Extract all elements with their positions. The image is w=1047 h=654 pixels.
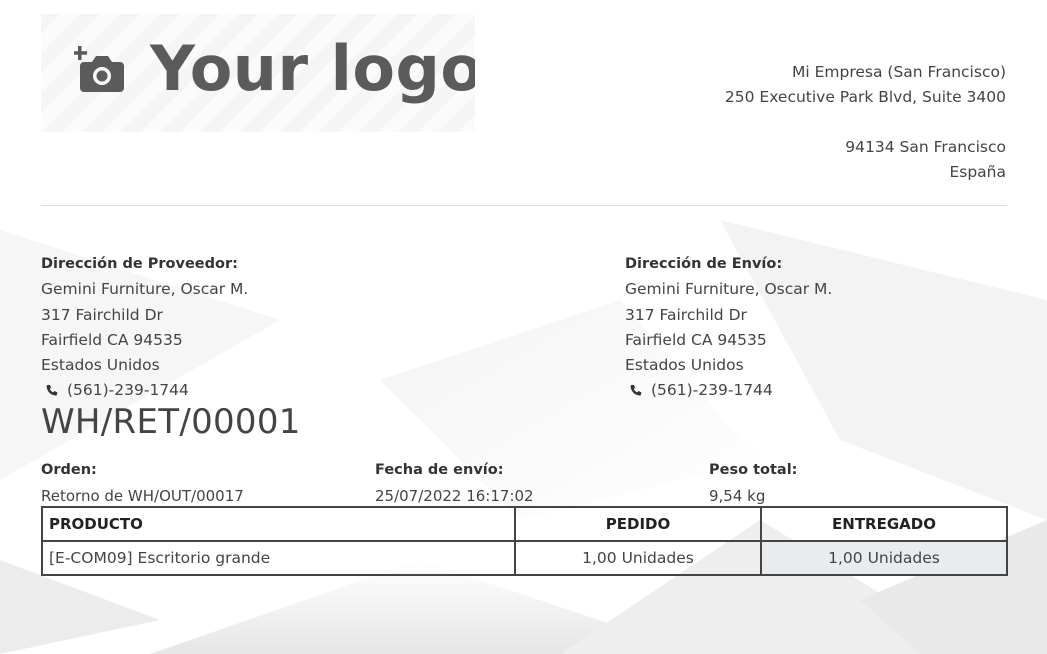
logo-text: Your logo xyxy=(150,32,475,105)
table-row: [E-COM09] Escritorio grande 1,00 Unidade… xyxy=(41,540,1008,576)
delivery-slip: Your logo Mi Empresa (San Francisco) 250… xyxy=(0,0,1047,654)
company-street: 250 Executive Park Blvd, Suite 3400 xyxy=(724,88,1006,106)
add-photo-icon xyxy=(74,46,124,92)
shipping-phone-number: (561)-239-1744 xyxy=(651,381,773,400)
vendor-address-label: Dirección de Proveedor: xyxy=(41,256,238,272)
row-delivered: 1,00 Unidades xyxy=(760,540,1008,576)
shipping-city: Fairfield CA 94535 xyxy=(625,330,767,349)
vendor-street: 317 Fairchild Dr xyxy=(41,305,163,324)
company-name: Mi Empresa (San Francisco) xyxy=(792,63,1006,81)
header-product: PRODUCTO xyxy=(41,506,516,542)
row-ordered: 1,00 Unidades xyxy=(514,540,762,576)
weight-label: Peso total: xyxy=(709,462,798,478)
header-delivered: ENTREGADO xyxy=(760,506,1008,542)
vendor-address: Dirección de Proveedor: Gemini Furniture… xyxy=(41,252,248,404)
logo-placeholder[interactable]: Your logo xyxy=(41,14,475,132)
vendor-name: Gemini Furniture, Oscar M. xyxy=(41,280,249,299)
shipping-country: Estados Unidos xyxy=(625,356,744,375)
order-info: Orden: Retorno de WH/OUT/00017 xyxy=(41,458,244,509)
ship-date-info: Fecha de envío: 25/07/2022 16:17:02 xyxy=(375,458,534,509)
order-label: Orden: xyxy=(41,462,97,478)
company-city: 94134 San Francisco xyxy=(845,138,1006,156)
shipping-phone: (561)-239-1744 xyxy=(625,378,832,403)
ship-date-label: Fecha de envío: xyxy=(375,462,504,478)
phone-icon xyxy=(630,385,642,396)
company-country: España xyxy=(949,163,1006,181)
product-lines-table: PRODUCTO PEDIDO ENTREGADO [E-COM09] Escr… xyxy=(41,506,1008,576)
vendor-phone-number: (561)-239-1744 xyxy=(67,381,189,400)
shipping-address: Dirección de Envío: Gemini Furniture, Os… xyxy=(625,252,832,404)
document-reference: WH/RET/00001 xyxy=(41,402,301,442)
table-header-row: PRODUCTO PEDIDO ENTREGADO xyxy=(41,506,1008,542)
company-address: Mi Empresa (San Francisco) 250 Executive… xyxy=(725,60,1006,185)
vendor-phone: (561)-239-1744 xyxy=(41,378,248,403)
shipping-address-label: Dirección de Envío: xyxy=(625,256,783,272)
vendor-city: Fairfield CA 94535 xyxy=(41,330,183,349)
shipping-name: Gemini Furniture, Oscar M. xyxy=(625,280,833,299)
header-divider xyxy=(41,205,1007,206)
weight-info: Peso total: 9,54 kg xyxy=(709,458,797,509)
row-product: [E-COM09] Escritorio grande xyxy=(41,540,516,576)
phone-icon xyxy=(46,385,58,396)
vendor-country: Estados Unidos xyxy=(41,356,160,375)
header-ordered: PEDIDO xyxy=(514,506,762,542)
shipping-street: 317 Fairchild Dr xyxy=(625,305,747,324)
